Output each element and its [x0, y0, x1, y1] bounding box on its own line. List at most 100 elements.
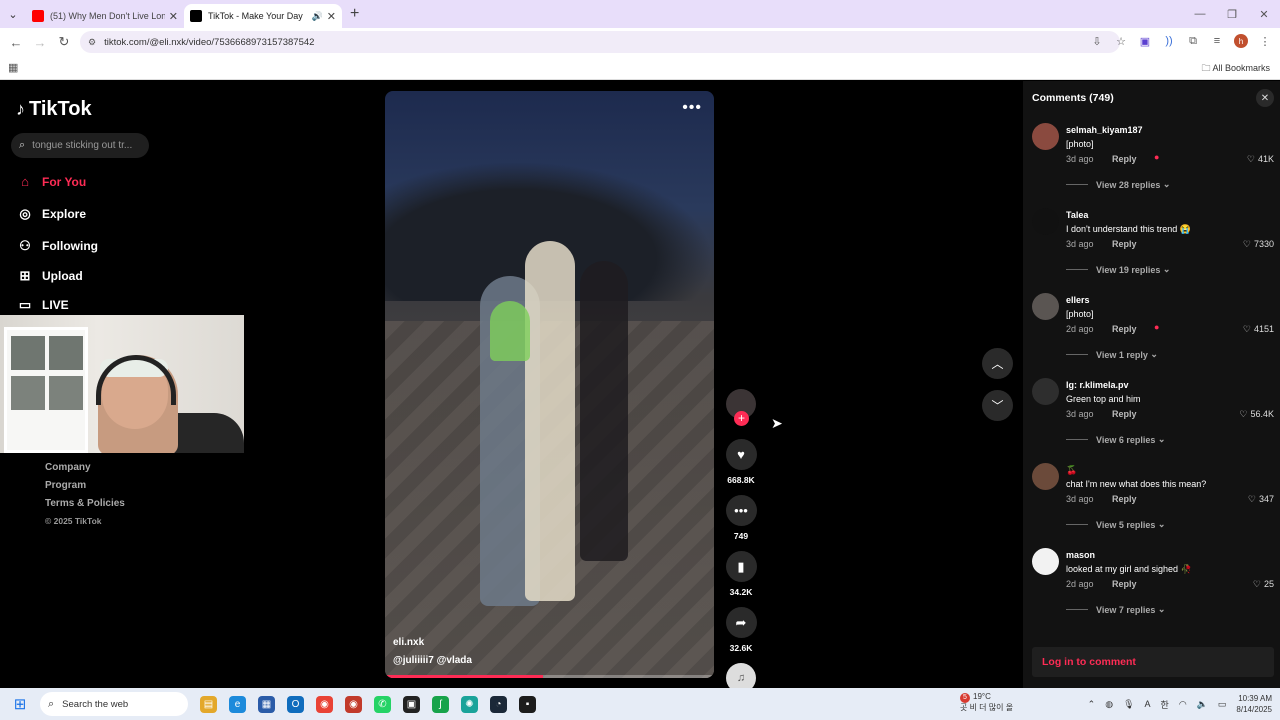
speaker-icon[interactable]: 🔊	[312, 11, 323, 22]
comment-user[interactable]: mason	[1066, 550, 1095, 560]
edge-icon[interactable]: e	[229, 695, 246, 713]
reply-button[interactable]: Reply	[1112, 154, 1137, 164]
close-icon[interactable]: ✕	[1256, 89, 1274, 107]
footer-link-company[interactable]: Company	[45, 462, 125, 473]
tray-app-icon[interactable]: ◍	[1105, 699, 1113, 710]
minimize-icon[interactable]: —	[1184, 0, 1216, 28]
comment-like-button[interactable]: ♡ 4151	[1243, 324, 1274, 335]
heart-icon[interactable]: ♥	[725, 439, 757, 470]
chrome-active-icon[interactable]: ◉	[345, 695, 362, 713]
share-action[interactable]: ➦ 32.6K	[723, 607, 759, 653]
terminal-icon[interactable]: ▣	[403, 695, 420, 713]
avatar[interactable]	[1032, 548, 1059, 575]
ime-icon[interactable]: A	[1145, 699, 1151, 709]
view-replies-button[interactable]: View 28 replies ⌄	[1066, 179, 1170, 190]
steam-icon[interactable]: ◔	[490, 695, 507, 713]
comment-user[interactable]: ellers	[1066, 295, 1090, 305]
like-action[interactable]: ♥ 668.8K	[723, 439, 759, 485]
menu-dots-icon[interactable]: ⋮	[1258, 35, 1272, 48]
outlook-icon[interactable]: O	[287, 695, 304, 713]
view-replies-button[interactable]: View 7 replies ⌄	[1066, 604, 1165, 615]
profile-avatar[interactable]: h	[1234, 34, 1248, 48]
view-replies-button[interactable]: View 6 replies ⌄	[1066, 434, 1165, 445]
puzzle-icon[interactable]: ⧉	[1186, 35, 1200, 48]
taskbar-search-input[interactable]: ⌕ Search the web	[40, 692, 188, 716]
comment-action[interactable]: ••• 749	[723, 495, 759, 541]
comment-user[interactable]: Talea	[1066, 210, 1088, 220]
extension-icon[interactable]: ▣	[1138, 35, 1152, 48]
new-tab-button[interactable]: +	[350, 5, 359, 23]
tab-tiktok[interactable]: TikTok - Make Your Day 🔊 ✕	[184, 4, 342, 28]
chevron-up-icon[interactable]: ⌃	[1088, 699, 1096, 710]
settings-app-icon[interactable]: ✺	[461, 695, 478, 713]
reply-button[interactable]: Reply	[1112, 579, 1137, 589]
avatar[interactable]	[1032, 123, 1059, 150]
view-replies-button[interactable]: View 1 reply ⌄	[1066, 349, 1158, 360]
reply-button[interactable]: Reply	[1112, 239, 1137, 249]
video-player[interactable]: ••• eli.nxk @juliiiii7 @vlada	[385, 91, 714, 678]
whatsapp-icon[interactable]: ✆	[374, 695, 391, 713]
all-bookmarks-button[interactable]: 🗀 All Bookmarks	[1201, 61, 1270, 77]
url-input[interactable]: ⚙ tiktok.com/@eli.nxk/video/753666897315…	[80, 31, 1120, 53]
reply-button[interactable]: Reply	[1112, 494, 1137, 504]
reply-button[interactable]: Reply	[1112, 409, 1137, 419]
wifi-icon[interactable]: ◠	[1179, 699, 1187, 710]
file-explorer-icon[interactable]: ▤	[200, 695, 217, 713]
weather-widget[interactable]: 5 19°C 곳 비 더 많이 올	[960, 692, 1013, 713]
chrome-icon[interactable]: ◉	[316, 695, 333, 713]
close-window-icon[interactable]: ✕	[1248, 0, 1280, 28]
video-progress-bar[interactable]	[385, 675, 714, 678]
creator-avatar[interactable]: +	[726, 389, 756, 426]
clock[interactable]: 10:39 AM 8/14/2025	[1236, 693, 1272, 715]
forward-icon[interactable]: →	[28, 35, 52, 50]
comment-like-button[interactable]: ♡ 7330	[1243, 239, 1274, 250]
site-info-icon[interactable]: ⚙	[88, 37, 96, 48]
video-tags[interactable]: @juliiiii7 @vlada	[393, 655, 472, 666]
nvidia-icon[interactable]: ▪	[519, 695, 536, 713]
comment-icon[interactable]: •••	[725, 495, 757, 526]
avatar[interactable]	[1032, 293, 1059, 320]
avatar[interactable]	[1032, 208, 1059, 235]
view-replies-button[interactable]: View 5 replies ⌄	[1066, 519, 1165, 530]
sidebar-item-upload[interactable]: ⊞ Upload	[16, 261, 98, 290]
tab-youtube[interactable]: (51) Why Men Don't Live Long ( ✕	[26, 4, 184, 28]
share-icon[interactable]: ➦	[725, 607, 757, 638]
chevron-up-icon[interactable]: ︿	[982, 348, 1013, 379]
media-icon[interactable]: ≡	[1210, 35, 1224, 47]
follow-plus-icon[interactable]: +	[734, 411, 749, 426]
sidebar-item-explore[interactable]: ◎ Explore	[16, 197, 98, 230]
save-action[interactable]: ▮ 34.2K	[723, 551, 759, 597]
bookmark-icon[interactable]: ▮	[725, 551, 757, 582]
korean-ime-icon[interactable]: 한	[1161, 698, 1169, 711]
footer-link-program[interactable]: Program	[45, 480, 125, 491]
chevron-down-icon[interactable]: ﹀	[982, 390, 1013, 421]
comment-like-button[interactable]: ♡ 347	[1248, 494, 1274, 505]
comments-list[interactable]: selmah_kiyam187 [photo] 3d ago Reply ● ♡…	[1023, 119, 1280, 637]
comment-like-button[interactable]: ♡ 25	[1253, 579, 1274, 590]
restore-icon[interactable]: ❐	[1216, 0, 1248, 28]
microphone-icon[interactable]: 🎙	[1123, 699, 1134, 710]
search-input[interactable]: ⌕ tongue sticking out tr...	[11, 133, 149, 158]
script-app-icon[interactable]: ʃ	[432, 695, 449, 713]
store-icon[interactable]: ▦	[258, 695, 275, 713]
view-replies-button[interactable]: View 19 replies ⌄	[1066, 264, 1170, 275]
video-author[interactable]: eli.nxk	[393, 637, 424, 648]
tab-search-icon[interactable]: ⌄	[0, 1, 26, 27]
more-options-icon[interactable]: •••	[682, 99, 702, 117]
install-icon[interactable]: ⇩	[1090, 35, 1104, 48]
footer-link-terms[interactable]: Terms & Policies	[45, 498, 125, 509]
avatar[interactable]	[1032, 378, 1059, 405]
comment-user[interactable]: lg: r.klimela.pv	[1066, 380, 1129, 390]
avatar[interactable]	[1032, 463, 1059, 490]
sidebar-item-for-you[interactable]: ⌂ For You	[16, 166, 98, 197]
comment-like-button[interactable]: ♡ 56.4K	[1239, 409, 1274, 420]
windows-start-icon[interactable]: ⊞	[0, 695, 40, 713]
tiktok-logo[interactable]: ♪ TikTok	[16, 98, 92, 121]
battery-icon[interactable]: ▭	[1218, 699, 1227, 710]
close-tab-icon[interactable]: ✕	[169, 10, 178, 23]
reload-icon[interactable]: ↻	[52, 34, 76, 50]
sidebar-item-following[interactable]: ⚇ Following	[16, 230, 98, 261]
close-tab-icon[interactable]: ✕	[327, 10, 336, 23]
back-icon[interactable]: ←	[4, 35, 28, 50]
comment-user[interactable]: 🍒	[1066, 465, 1077, 476]
